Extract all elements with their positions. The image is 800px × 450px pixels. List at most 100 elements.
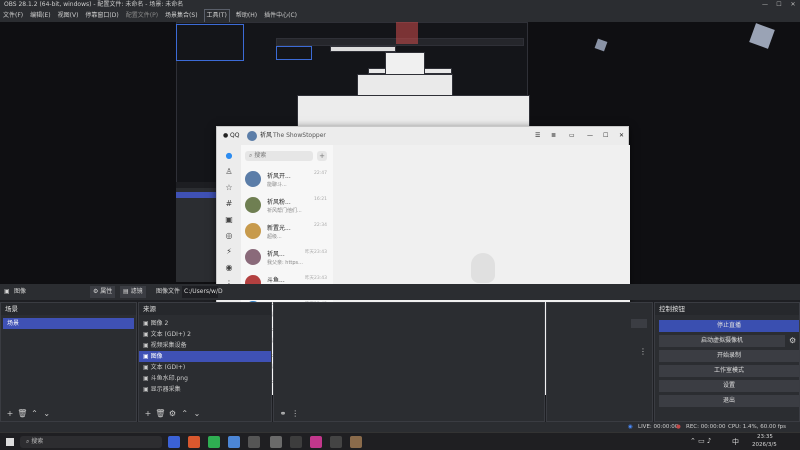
settings-button[interactable]: 设置 bbox=[659, 380, 799, 392]
remove-source-button[interactable]: 🗑 bbox=[155, 409, 165, 419]
list-icon[interactable]: ≣ bbox=[551, 127, 556, 145]
source-item[interactable]: ▣ 显示器采集 bbox=[139, 384, 271, 395]
menu-profile[interactable]: 配置文件(P) bbox=[126, 10, 158, 22]
start-recording-button[interactable]: 开始录制 bbox=[659, 350, 799, 362]
menu-tools[interactable]: 工具(T) bbox=[203, 9, 230, 23]
exit-button[interactable]: 退出 bbox=[659, 395, 799, 407]
nested-preview-selection bbox=[176, 24, 244, 61]
channel-icon[interactable]: # bbox=[224, 199, 234, 209]
stop-stream-button[interactable]: 停止直播 bbox=[659, 320, 799, 332]
qq-profile-subtitle: The ShowStopper bbox=[273, 132, 326, 139]
conversation-avatar bbox=[245, 171, 261, 187]
explore-icon[interactable]: ◎ bbox=[224, 231, 234, 241]
search-input[interactable]: ⌕ 搜索 bbox=[245, 151, 313, 161]
menu-file[interactable]: 文件(F) bbox=[3, 10, 23, 22]
more-options-icon[interactable]: ⋮ bbox=[639, 347, 647, 356]
contacts-icon[interactable]: ♙ bbox=[224, 167, 234, 177]
app-icon-brown[interactable] bbox=[350, 436, 362, 448]
image-path-input[interactable]: C:/Users/w/D bbox=[182, 286, 223, 298]
windows-start-icon[interactable] bbox=[6, 438, 14, 446]
qq-profile-name[interactable]: 祈风 bbox=[260, 127, 272, 145]
source-item-label: 视频采集设备 bbox=[150, 342, 187, 349]
source-item-label: 文本 (GDI+) 2 bbox=[150, 331, 191, 338]
app-icon-pink[interactable] bbox=[310, 436, 322, 448]
menu-edit[interactable]: 编辑(E) bbox=[30, 10, 50, 22]
conversation-preview: 我父亲: https... bbox=[267, 260, 303, 266]
app-icon-gray[interactable] bbox=[330, 436, 342, 448]
minimize-icon[interactable]: — bbox=[758, 0, 772, 10]
move-down-button[interactable]: ⌄ bbox=[42, 409, 52, 419]
menu-help[interactable]: 帮助(H) bbox=[236, 10, 257, 22]
scenes-toolbar: + 🗑 ⌃ ⌄ bbox=[5, 409, 52, 419]
obs-logo-icon-large bbox=[749, 23, 775, 49]
add-source-button[interactable]: + bbox=[143, 409, 153, 419]
conversation-preview: 祈风帮门他们... bbox=[267, 208, 302, 214]
menu-view[interactable]: 视图(V) bbox=[58, 10, 79, 22]
scene-item[interactable]: 场景 bbox=[3, 318, 134, 329]
tray-icons[interactable]: ⌃ ▭ ♪ bbox=[690, 437, 711, 445]
sources-toolbar: + 🗑 ⚙ ⌃ ⌄ bbox=[143, 409, 202, 419]
studio-mode-button[interactable]: 工作室模式 bbox=[659, 365, 799, 377]
app-icon-bird[interactable] bbox=[270, 436, 282, 448]
more-options-icon[interactable]: ⋮ bbox=[290, 409, 300, 419]
maximize-icon[interactable]: ☐ bbox=[772, 0, 786, 10]
source-item[interactable]: ▣ 图像 2 bbox=[139, 318, 271, 329]
screen-icon[interactable]: ▭ bbox=[569, 127, 575, 145]
source-item[interactable]: ▣ 斗鱼水印.png bbox=[139, 373, 271, 384]
space-icon[interactable]: ☆ bbox=[224, 183, 234, 193]
app-icon-k[interactable] bbox=[168, 436, 180, 448]
app-icon-green[interactable] bbox=[208, 436, 220, 448]
cpu-status: CPU: 1.4%, 60.00 fps bbox=[728, 424, 787, 430]
app-icon-g[interactable] bbox=[188, 436, 200, 448]
menu-docks[interactable]: 停靠窗口(D) bbox=[85, 10, 118, 22]
live-icon: ◉ bbox=[628, 424, 633, 430]
conversation-item[interactable]: 祈风... 我父亲: https... 昨天23:43 bbox=[241, 245, 333, 271]
close-icon[interactable]: ✕ bbox=[619, 127, 624, 145]
link-icon[interactable]: ⚭ bbox=[278, 409, 288, 419]
conversation-item[interactable]: 祈风粉... 祈风帮门他们... 16:21 bbox=[241, 193, 333, 219]
start-virtual-camera-button[interactable]: 启动虚拟摄像机 bbox=[659, 335, 785, 347]
selected-source-name: 图像 bbox=[14, 288, 27, 295]
clock-time[interactable]: 23:35 bbox=[757, 434, 773, 440]
gear-icon[interactable]: ⚙ bbox=[789, 336, 796, 345]
qq-title-bar: ● QQ 祈风 The ShowStopper ☰ ≣ ▭ — ☐ ✕ bbox=[217, 127, 628, 145]
menu-plugins[interactable]: 插件中心(C) bbox=[264, 10, 297, 22]
move-up-button[interactable]: ⌃ bbox=[180, 409, 190, 419]
maximize-icon[interactable]: ☐ bbox=[603, 127, 608, 145]
move-down-button[interactable]: ⌄ bbox=[192, 409, 202, 419]
source-properties-button[interactable]: ⚙ bbox=[167, 409, 177, 419]
add-button[interactable]: + bbox=[317, 151, 327, 161]
source-item[interactable]: ▣ 文本 (GDI+) bbox=[139, 362, 271, 373]
menu-icon[interactable]: ☰ bbox=[535, 127, 540, 145]
conversation-item[interactable]: 祈风开... 能聊斗... 22:47 bbox=[241, 167, 333, 193]
lightning-icon[interactable]: ⚡ bbox=[224, 247, 234, 257]
remove-scene-button[interactable]: 🗑 bbox=[17, 409, 27, 419]
app-icon-heart[interactable] bbox=[228, 436, 240, 448]
clock-date[interactable]: 2026/3/5 bbox=[752, 442, 777, 448]
pink-watermark bbox=[396, 22, 418, 44]
properties-button[interactable]: ⚙ 属性 bbox=[90, 286, 116, 298]
move-up-button[interactable]: ⌃ bbox=[29, 409, 39, 419]
conversation-avatar bbox=[245, 249, 261, 265]
game-icon[interactable]: ◉ bbox=[224, 263, 234, 273]
live-status: LIVE: 00:00:00 bbox=[638, 424, 679, 430]
transitions-dock: ⋮ bbox=[546, 302, 653, 422]
menu-scene-collection[interactable]: 场景集合(S) bbox=[165, 10, 198, 22]
taskbar-search[interactable]: ⌕ 搜索 bbox=[20, 436, 162, 448]
filters-button[interactable]: ▤ 滤镜 bbox=[120, 286, 146, 298]
add-scene-button[interactable]: + bbox=[5, 409, 15, 419]
app-icon-plane[interactable] bbox=[248, 436, 260, 448]
minimize-icon[interactable]: — bbox=[587, 127, 593, 145]
app-icon-obs[interactable] bbox=[290, 436, 302, 448]
input-language[interactable]: 中 bbox=[732, 437, 739, 447]
video-icon[interactable]: ▣ bbox=[224, 215, 234, 225]
qq-profile-avatar[interactable] bbox=[247, 131, 257, 141]
source-item[interactable]: ▣ 图像 bbox=[139, 351, 271, 362]
source-item[interactable]: ▣ 视频采集设备 bbox=[139, 340, 271, 351]
chat-icon[interactable]: ● bbox=[224, 151, 234, 161]
obs-logo-icon bbox=[594, 38, 608, 52]
close-icon[interactable]: ✕ bbox=[786, 0, 800, 10]
source-item[interactable]: ▣ 文本 (GDI+) 2 bbox=[139, 329, 271, 340]
conversation-item[interactable]: 新置光... 超级... 22:34 bbox=[241, 219, 333, 245]
windows-taskbar: ⌕ 搜索 ⌃ ▭ ♪ 中 23:35 2026/3/5 bbox=[0, 432, 800, 450]
